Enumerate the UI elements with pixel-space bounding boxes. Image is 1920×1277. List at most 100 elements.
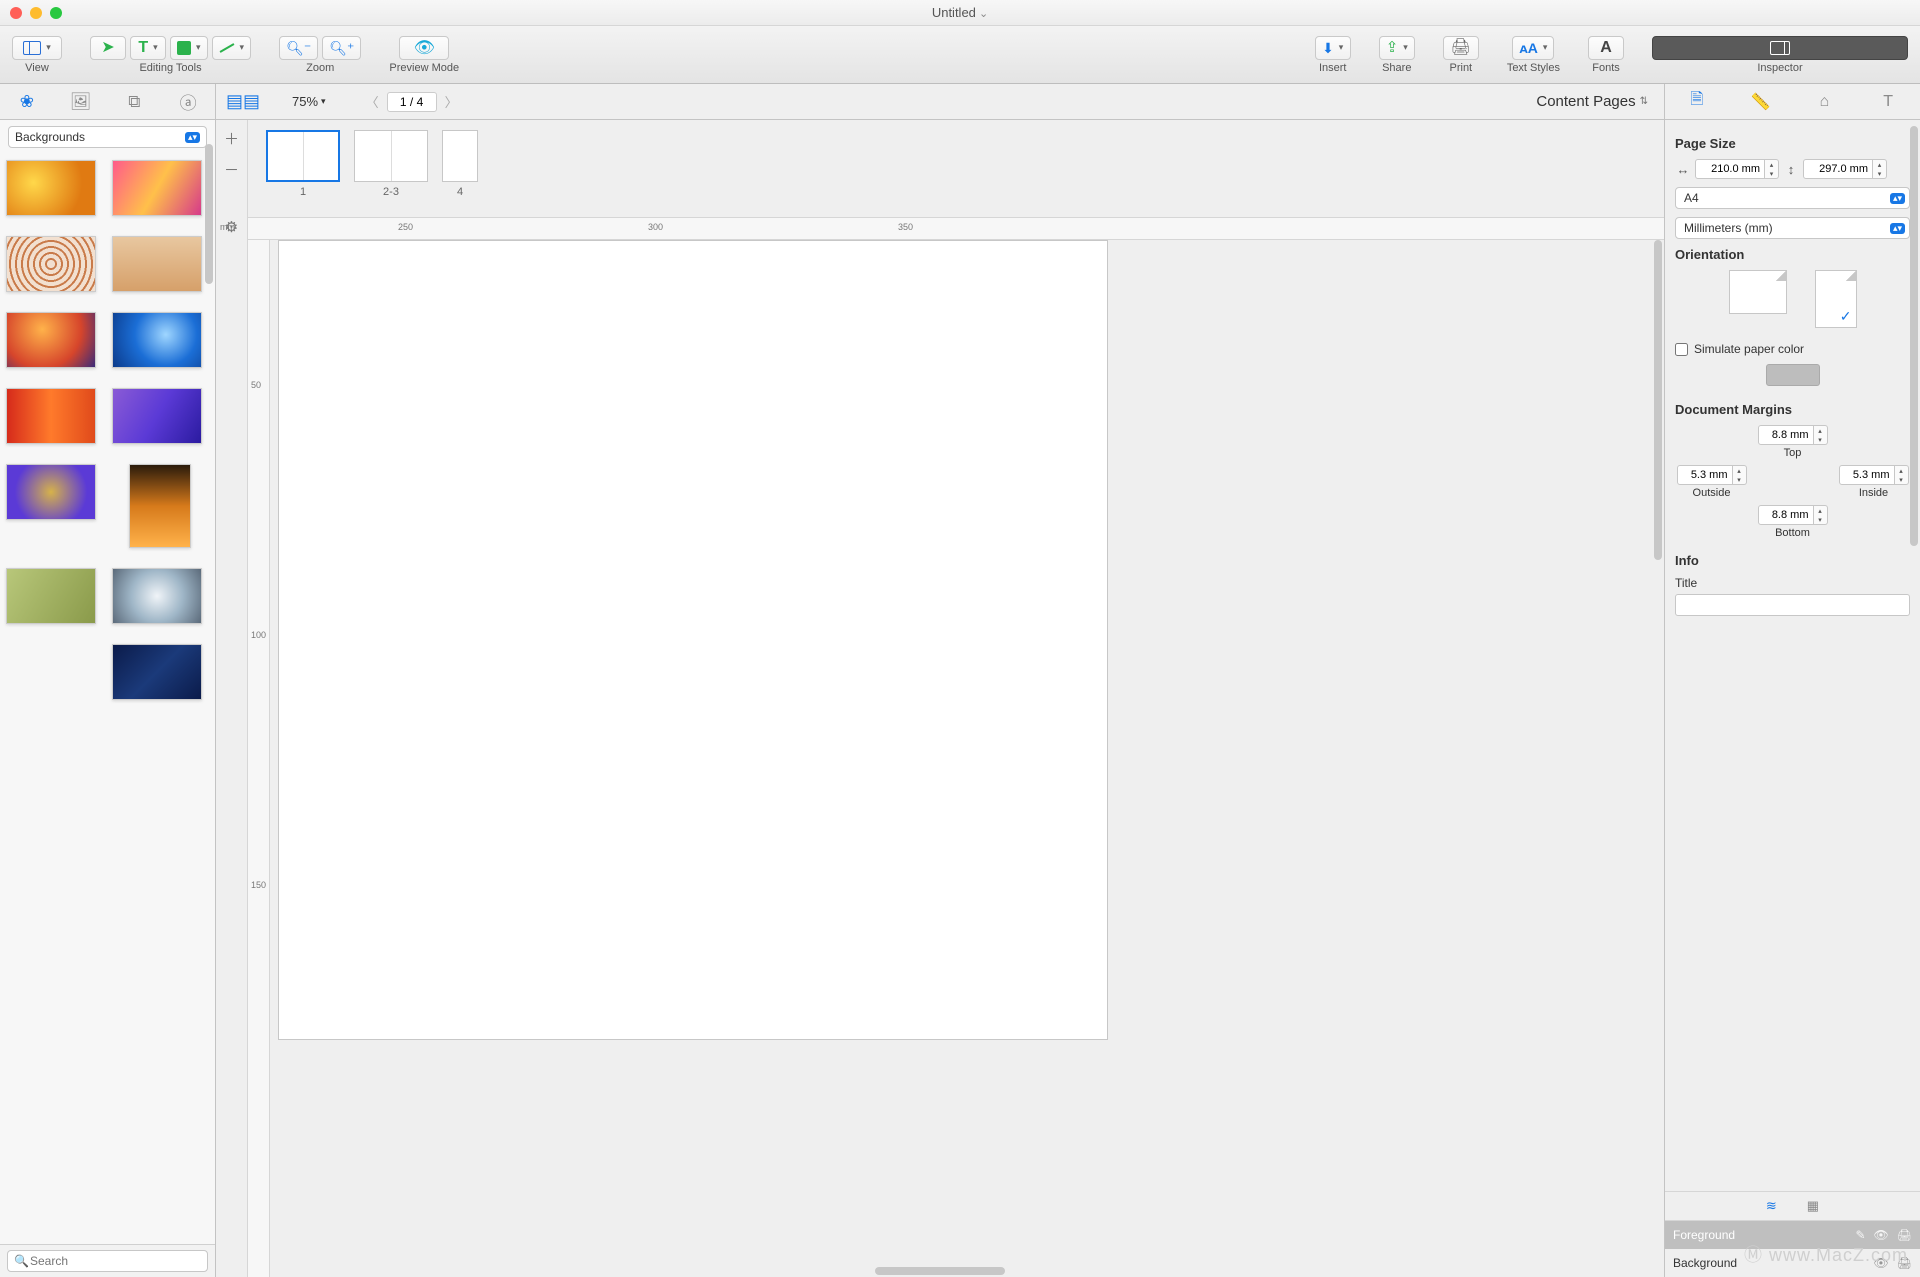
layer-tabs: ≋ ▦ xyxy=(1665,1191,1920,1221)
preview-group: 👁 Preview Mode xyxy=(389,36,459,74)
units-select[interactable]: Millimeters (mm)▴▾ xyxy=(1675,217,1910,239)
page-height-field[interactable] xyxy=(1803,159,1873,179)
background-thumb[interactable] xyxy=(6,312,96,368)
canvas-horizontal-scrollbar[interactable] xyxy=(875,1267,1005,1275)
margin-top-stepper[interactable]: ▴▾ xyxy=(1814,425,1828,445)
share-button[interactable]: ⇪▾ xyxy=(1379,36,1415,60)
margin-inside-stepper[interactable]: ▴▾ xyxy=(1895,465,1909,485)
margin-top-field[interactable] xyxy=(1758,425,1814,445)
line-tool[interactable]: ▾ xyxy=(212,36,252,60)
margin-bottom-field[interactable] xyxy=(1758,505,1814,525)
background-thumb[interactable] xyxy=(112,236,202,292)
select-tool[interactable]: ➤ xyxy=(90,36,126,60)
print-icon[interactable]: 🖨 xyxy=(1897,1228,1912,1242)
tab-images[interactable]: 🖼 xyxy=(66,87,96,117)
tab-cliparts[interactable]: ❀ xyxy=(12,87,42,117)
grid-tab[interactable]: ▦ xyxy=(1807,1198,1819,1214)
page-canvas[interactable] xyxy=(278,240,1108,1040)
inspector-tab-document[interactable]: 🗎 xyxy=(1682,87,1712,117)
zoom-label: Zoom xyxy=(306,62,334,74)
margin-outside-stepper[interactable]: ▴▾ xyxy=(1733,465,1747,485)
inspector-tab-text[interactable]: T xyxy=(1873,87,1903,117)
inspector-tab-arrange[interactable]: ⌂ xyxy=(1809,87,1839,117)
layer-foreground[interactable]: Foreground ✎👁🖨 xyxy=(1665,1221,1920,1249)
page-width-field[interactable] xyxy=(1695,159,1765,179)
preview-button[interactable]: 👁 xyxy=(399,36,449,60)
window-title[interactable]: Untitled xyxy=(932,5,988,20)
canvas-vertical-scrollbar[interactable] xyxy=(1654,240,1662,560)
layers-tab[interactable]: ≋ xyxy=(1766,1198,1777,1214)
tab-shapes[interactable]: ⧉ xyxy=(119,87,149,117)
fonts-button[interactable]: A xyxy=(1588,36,1624,60)
text-styles-button[interactable]: ᴀA▾ xyxy=(1512,36,1554,60)
maximize-icon[interactable] xyxy=(50,7,62,19)
canvas-side-controls: ＋ － ⚙ xyxy=(216,120,248,1277)
orientation-portrait[interactable]: ✓ xyxy=(1815,270,1857,328)
canvas-area: ＋ － ⚙ 1 2-3 4 mm 250 300 350 50 100 150 xyxy=(216,120,1664,1277)
background-thumb[interactable] xyxy=(6,388,96,444)
close-icon[interactable] xyxy=(10,7,22,19)
minimize-icon[interactable] xyxy=(30,7,42,19)
simulate-paper-label: Simulate paper color xyxy=(1694,342,1804,356)
text-icon: T xyxy=(138,40,148,56)
view-group: ▾ View xyxy=(12,36,62,74)
sidebar-scrollbar[interactable] xyxy=(205,144,213,1241)
print-button[interactable]: 🖨 xyxy=(1443,36,1479,60)
zoom-in-button[interactable]: 🔍︎⁺ xyxy=(322,36,361,60)
margin-inside-field[interactable] xyxy=(1839,465,1895,485)
width-stepper[interactable]: ▴▾ xyxy=(1765,159,1779,179)
edit-icon[interactable]: ✎ xyxy=(1855,1228,1865,1242)
margin-outside-field[interactable] xyxy=(1677,465,1733,485)
next-page-button[interactable]: 〉 xyxy=(445,92,458,111)
tab-glyphs[interactable]: ⓐ xyxy=(173,87,203,117)
print-icon[interactable]: 🖨 xyxy=(1897,1256,1912,1270)
page-thumb-4[interactable]: 4 xyxy=(442,130,478,198)
page-viewport[interactable]: 50 100 150 xyxy=(248,240,1664,1277)
background-thumb[interactable] xyxy=(6,236,96,292)
height-stepper[interactable]: ▴▾ xyxy=(1873,159,1887,179)
page-preset-select[interactable]: A4▴▾ xyxy=(1675,187,1910,209)
page-thumb-1[interactable]: 1 xyxy=(266,130,340,198)
insert-button[interactable]: ⬇▾ xyxy=(1315,36,1351,60)
background-thumb[interactable] xyxy=(112,568,202,624)
background-thumb[interactable] xyxy=(112,388,202,444)
prev-page-button[interactable]: 〈 xyxy=(366,92,379,111)
spread-view-icon[interactable]: ▤▤ xyxy=(226,91,260,112)
simulate-paper-row[interactable]: Simulate paper color xyxy=(1675,342,1910,356)
pages-type-dropdown[interactable]: Content Pages⇅ xyxy=(1536,93,1648,110)
search-input[interactable] xyxy=(7,1250,208,1272)
fonts-label: Fonts xyxy=(1592,62,1620,74)
visibility-icon[interactable]: 👁 xyxy=(1874,1228,1889,1242)
inspector-scrollbar[interactable] xyxy=(1910,126,1918,546)
page-thumb-2-3[interactable]: 2-3 xyxy=(354,130,428,198)
inspector-button[interactable] xyxy=(1652,36,1908,60)
title-field[interactable] xyxy=(1675,594,1910,616)
page-indicator-field[interactable] xyxy=(387,92,437,112)
background-thumb[interactable] xyxy=(6,568,96,624)
simulate-paper-checkbox[interactable] xyxy=(1675,343,1688,356)
visibility-icon[interactable]: 👁 xyxy=(1874,1256,1889,1270)
orientation-landscape[interactable] xyxy=(1729,270,1787,314)
remove-page-button[interactable]: － xyxy=(224,159,239,180)
print-label: Print xyxy=(1450,62,1473,74)
zoom-out-button[interactable]: 🔍︎⁻ xyxy=(279,36,318,60)
sidebar: Backgrounds ▴▾ 🔍 xyxy=(0,120,216,1277)
text-tool[interactable]: T▾ xyxy=(130,36,166,60)
background-thumb[interactable] xyxy=(112,312,202,368)
inspector-tab-ruler[interactable]: 📏 xyxy=(1746,87,1776,117)
background-thumb[interactable] xyxy=(112,160,202,216)
layer-background[interactable]: Background 👁🖨 xyxy=(1665,1249,1920,1277)
zoom-dropdown[interactable]: 75%▾ xyxy=(292,94,326,109)
view-button[interactable]: ▾ xyxy=(12,36,62,60)
paper-color-swatch[interactable] xyxy=(1766,364,1820,386)
ruler-tick: 250 xyxy=(398,222,413,232)
margin-bottom-stepper[interactable]: ▴▾ xyxy=(1814,505,1828,525)
shape-tool[interactable]: ▾ xyxy=(170,36,208,60)
background-thumb[interactable] xyxy=(112,644,202,700)
background-thumb[interactable] xyxy=(129,464,191,548)
background-thumb[interactable] xyxy=(6,464,96,520)
add-page-button[interactable]: ＋ xyxy=(224,128,239,149)
background-thumb[interactable] xyxy=(6,160,96,216)
sidebar-category-select[interactable]: Backgrounds ▴▾ xyxy=(8,126,207,148)
width-icon: ↔ xyxy=(1675,162,1691,177)
